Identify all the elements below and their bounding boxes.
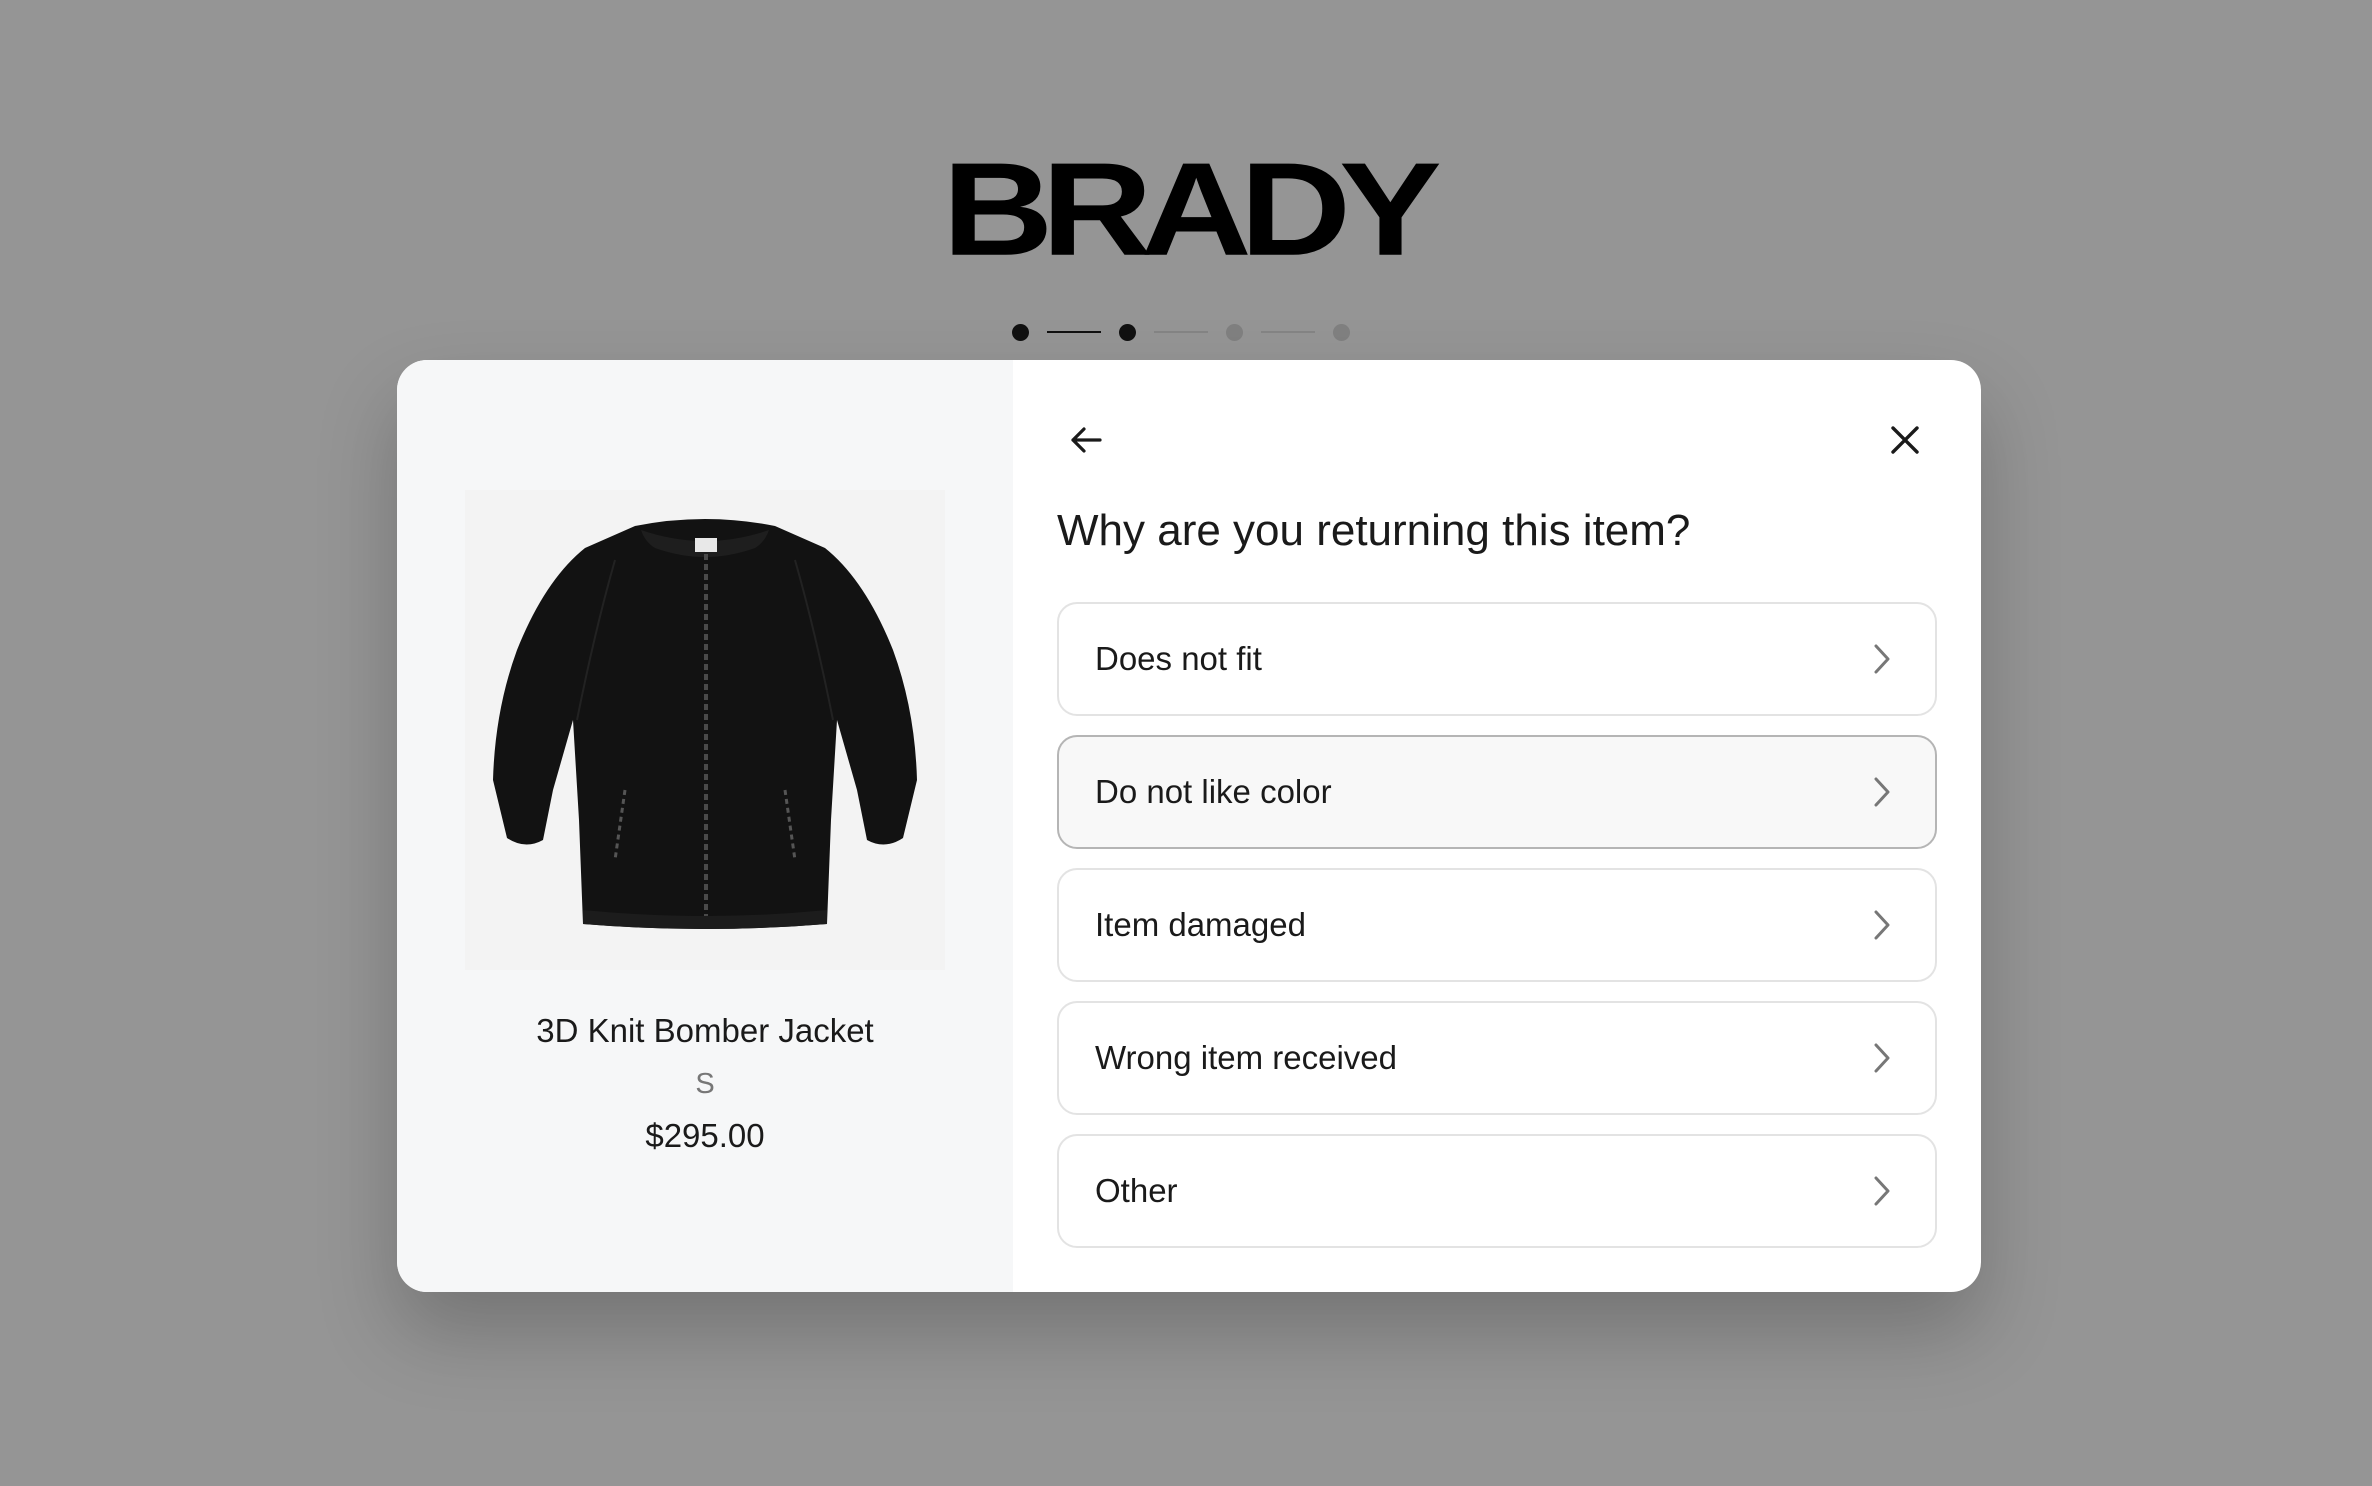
chevron-right-icon [1871,775,1893,809]
reason-option-other[interactable]: Other [1057,1134,1937,1248]
step-3-dot [1226,323,1243,341]
close-button[interactable] [1877,412,1933,468]
dialog-question: Why are you returning this item? [1057,506,1691,555]
step-connector-3 [1261,331,1315,333]
reason-label: Other [1095,1172,1178,1209]
chevron-right-icon [1871,1041,1893,1075]
step-4-dot [1333,323,1350,341]
jacket-photo [493,519,917,929]
product-summary-panel: 3D Knit Bomber Jacket S $295.00 [397,360,1013,1292]
arrow-left-icon [1071,427,1102,453]
reason-option-wrong-item-received[interactable]: Wrong item received [1057,1001,1937,1115]
chevron-right-icon [1871,908,1893,942]
chevron-right-icon [1871,642,1893,676]
chevron-right-icon [1871,1174,1893,1208]
step-connector-1 [1047,331,1101,333]
back-button[interactable] [1058,412,1114,468]
brand-logo: BRADY [942,135,1442,284]
reason-option-item-damaged[interactable]: Item damaged [1057,868,1937,982]
close-icon [1891,426,1919,454]
reason-label: Does not fit [1095,640,1262,677]
step-connector-2 [1154,331,1208,333]
return-reason-dialog: 3D Knit Bomber Jacket S $295.00 Why are … [397,360,1981,1292]
product-price: $295.00 [645,1117,765,1154]
reason-label: Do not like color [1095,773,1332,810]
reason-panel: Why are you returning this item? Does no… [1013,360,1981,1292]
step-2-dot [1119,323,1136,341]
product-name: 3D Knit Bomber Jacket [536,1012,874,1049]
reason-list: Does not fit Do not like color Item dama… [1057,602,1937,1267]
progress-stepper [1012,322,1350,342]
page: BRADY 3D Knit Bomber Jacket S $295.00 Wh… [0,0,2372,1486]
reason-label: Wrong item received [1095,1039,1398,1076]
reason-label: Item damaged [1095,906,1306,943]
reason-option-does-not-fit[interactable]: Does not fit [1057,602,1937,716]
product-image [465,490,945,970]
reason-option-do-not-like-color[interactable]: Do not like color [1057,735,1937,849]
product-size: S [695,1068,715,1100]
step-1-dot [1012,323,1029,341]
